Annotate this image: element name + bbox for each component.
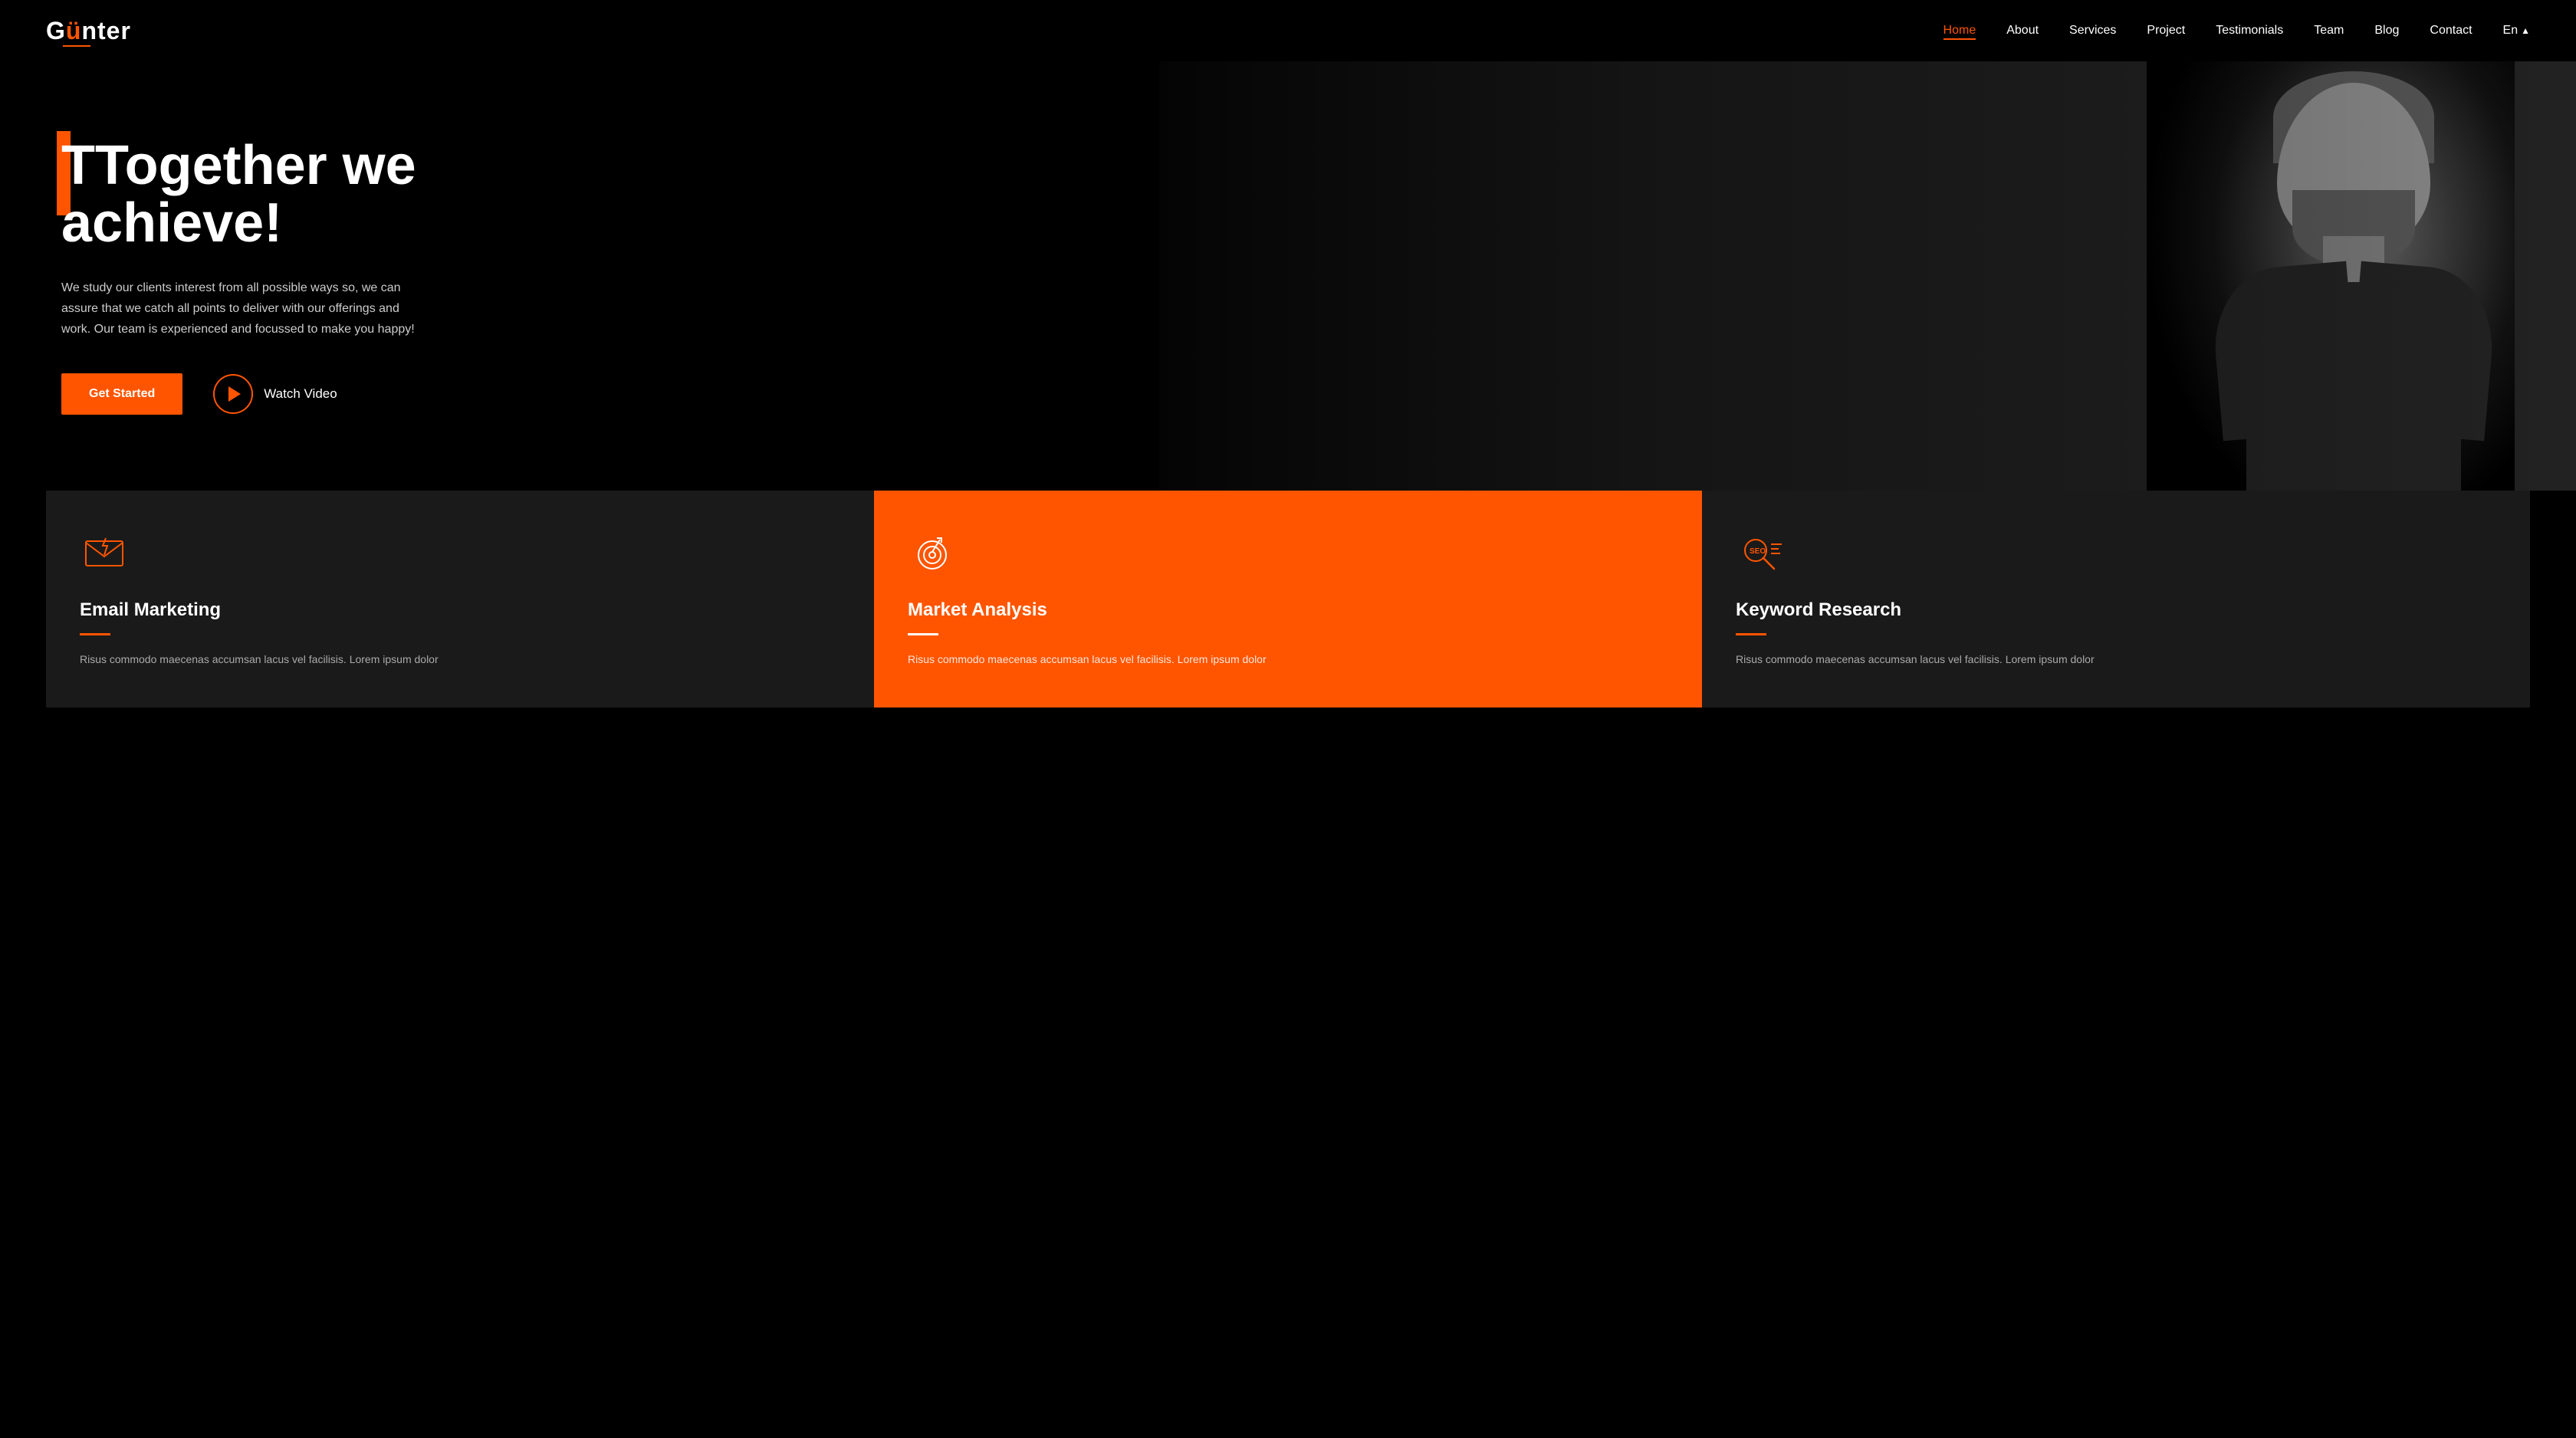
email-icon: [80, 529, 129, 578]
hero-content: TTogether we achieve! We study our clien…: [0, 91, 475, 461]
service-desc-keyword: Risus commodo maecenas accumsan lacus ve…: [1736, 651, 2496, 669]
chevron-down-icon: ▲: [2521, 25, 2530, 36]
nav-item-testimonials[interactable]: Testimonials: [2216, 24, 2283, 38]
hero-title: TTogether we achieve!: [61, 137, 429, 253]
svg-text:SEO: SEO: [1750, 547, 1766, 556]
nav-item-contact[interactable]: Contact: [2430, 24, 2472, 38]
nav-link-project[interactable]: Project: [2147, 24, 2185, 37]
target-icon: [908, 529, 957, 578]
service-divider-keyword: [1736, 633, 1766, 635]
hero-title-line2: achieve!: [61, 192, 282, 254]
watch-video-button[interactable]: Watch Video: [213, 374, 337, 414]
navbar: Günter Home About Services Project Testi…: [0, 0, 2576, 61]
nav-link-about[interactable]: About: [2006, 24, 2039, 37]
play-circle-icon: [213, 374, 253, 414]
get-started-button[interactable]: Get Started: [61, 373, 182, 415]
service-title-email: Email Marketing: [80, 599, 840, 621]
service-divider-email: [80, 633, 110, 635]
nav-link-home[interactable]: Home: [1944, 24, 1976, 37]
seo-icon: SEO: [1736, 529, 1785, 578]
nav-link-testimonials[interactable]: Testimonials: [2216, 24, 2283, 37]
service-divider-market: [908, 633, 938, 635]
service-desc-market: Risus commodo maecenas accumsan lacus ve…: [908, 651, 1668, 669]
nav-link-blog[interactable]: Blog: [2374, 24, 2399, 37]
hero-description: We study our clients interest from all p…: [61, 277, 429, 340]
nav-item-home[interactable]: Home: [1944, 24, 1976, 38]
logo[interactable]: Günter: [46, 17, 131, 45]
service-title-keyword: Keyword Research: [1736, 599, 2496, 621]
nav-link-services[interactable]: Services: [2069, 24, 2116, 37]
hero-title-accent: T: [61, 137, 95, 195]
play-triangle-icon: [228, 386, 241, 402]
nav-item-team[interactable]: Team: [2314, 24, 2344, 38]
portrait-body: [2246, 282, 2461, 491]
service-card-market-analysis: Market Analysis Risus commodo maecenas a…: [874, 491, 1702, 708]
nav-link-team[interactable]: Team: [2314, 24, 2344, 37]
service-card-email-marketing: Email Marketing Risus commodo maecenas a…: [46, 491, 874, 708]
nav-links: Home About Services Project Testimonials…: [1944, 24, 2530, 38]
nav-link-contact[interactable]: Contact: [2430, 24, 2472, 37]
services-grid: Email Marketing Risus commodo maecenas a…: [46, 491, 2530, 708]
hero-actions: Get Started Watch Video: [61, 373, 429, 415]
portrait-figure: [2239, 83, 2469, 491]
service-title-market: Market Analysis: [908, 599, 1668, 621]
watch-video-label: Watch Video: [264, 386, 337, 402]
service-card-keyword-research: SEO Keyword Research Risus commodo maece…: [1702, 491, 2530, 708]
hero-section: TTogether we achieve! We study our clien…: [0, 61, 2576, 491]
language-label: En: [2503, 24, 2518, 38]
nav-item-about[interactable]: About: [2006, 24, 2039, 38]
nav-item-services[interactable]: Services: [2069, 24, 2116, 38]
nav-language[interactable]: En ▲: [2503, 24, 2530, 38]
service-desc-email: Risus commodo maecenas accumsan lacus ve…: [80, 651, 840, 669]
hero-portrait: [2147, 61, 2515, 491]
nav-item-project[interactable]: Project: [2147, 24, 2185, 38]
services-section: Email Marketing Risus commodo maecenas a…: [0, 491, 2576, 753]
nav-item-blog[interactable]: Blog: [2374, 24, 2399, 38]
